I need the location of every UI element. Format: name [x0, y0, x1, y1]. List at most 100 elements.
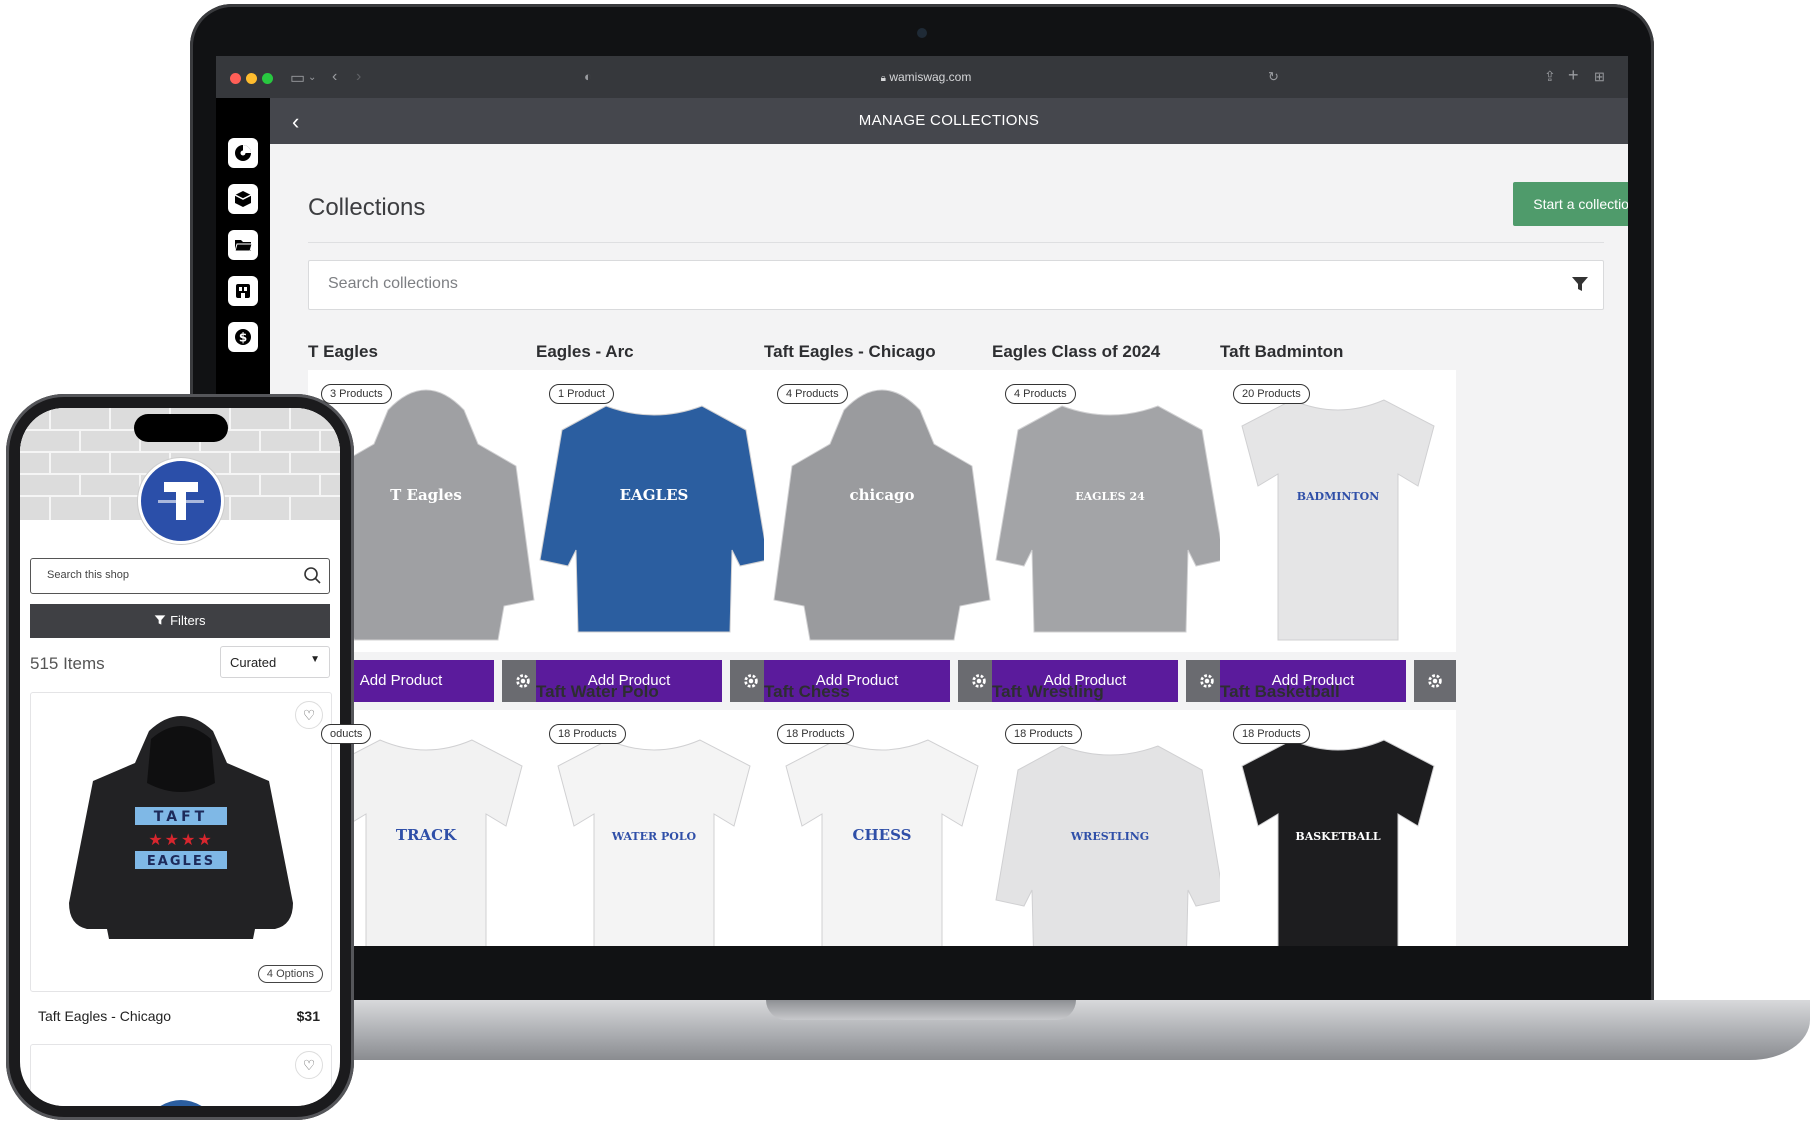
collection-title[interactable]: T Eagles: [308, 342, 378, 362]
shield-icon: ◐: [584, 69, 592, 84]
product-count-badge: 4 Products: [777, 384, 848, 404]
collection-image[interactable]: 4 Products EAGLES 24: [992, 370, 1228, 652]
svg-text:TAFT: TAFT: [154, 809, 208, 825]
print-text: T Eagles: [390, 486, 462, 504]
folder-icon[interactable]: [228, 230, 258, 260]
collection-title[interactable]: Taft Water Polo: [536, 682, 659, 702]
sort-value: Curated: [230, 655, 277, 670]
hoodie-image: chicago: [773, 389, 991, 641]
collection-image[interactable]: 18 Products BASKETBALL: [1220, 710, 1456, 946]
collection-image[interactable]: 20 Products BADMINTON: [1220, 370, 1456, 652]
maximize-window-button[interactable]: [262, 73, 273, 84]
print-text: chicago: [849, 486, 914, 504]
print-text: EAGLES: [620, 486, 689, 504]
product-image: TAFT ★★★★ EAGLES: [69, 716, 293, 939]
svg-text:EAGLES: EAGLES: [147, 854, 215, 869]
collection-image[interactable]: 18 Products WATER POLO: [536, 710, 772, 946]
dollar-icon[interactable]: $: [228, 322, 258, 352]
back-icon[interactable]: ‹: [332, 68, 337, 86]
shop-search-input[interactable]: Search this shop: [30, 558, 330, 594]
store-icon[interactable]: [228, 276, 258, 306]
filter-icon: [155, 615, 166, 625]
product-count-badge: 4 Products: [1005, 384, 1076, 404]
print-text: WRESTLING: [1070, 830, 1149, 843]
header-title: MANAGE COLLECTIONS: [858, 112, 1040, 129]
print-text: CHESS: [853, 826, 912, 844]
product-count-badge: 18 Products: [777, 724, 854, 744]
crewneck-image: WRESTLING: [995, 745, 1225, 946]
reload-icon[interactable]: ↻: [1268, 69, 1279, 85]
product-count-badge: 20 Products: [1233, 384, 1310, 404]
camera-icon: [917, 28, 927, 38]
search-placeholder: Search collections: [328, 275, 458, 292]
collection-title[interactable]: Taft Wrestling: [992, 682, 1104, 702]
print-text: EAGLES 24: [1075, 490, 1145, 503]
start-collection-button[interactable]: Start a collection: [1513, 182, 1628, 226]
svg-text:$: $: [239, 331, 247, 345]
print-text: BADMINTON: [1297, 490, 1380, 503]
gear-icon[interactable]: [1414, 660, 1456, 702]
phone-screen: Search this shop Filters 515 Items Curat…: [20, 408, 340, 1106]
address-bar[interactable]: 🔒︎ wamiswag.com: [636, 65, 1216, 89]
app-header: ‹ MANAGE COLLECTIONS: [270, 98, 1628, 144]
item-count: 515 Items: [30, 654, 105, 673]
product-count-badge: oducts: [321, 724, 372, 744]
shop-search-placeholder: Search this shop: [47, 569, 129, 581]
print-text: BASKETBALL: [1295, 830, 1380, 843]
page-title: Collections: [308, 194, 426, 221]
product-image: [160, 1100, 202, 1106]
product-count-badge: 1 Product: [549, 384, 615, 404]
product-card[interactable]: ♡ TAFT ★★★★ EAGLES 4 Options: [30, 692, 332, 992]
share-icon[interactable]: ⇪: [1544, 68, 1556, 85]
tee-image: BASKETBALL: [1241, 739, 1435, 946]
svg-text:★★★★: ★★★★: [148, 830, 213, 849]
crewneck-image: EAGLES: [539, 405, 769, 633]
dynamic-island: [134, 414, 228, 442]
shop-logo[interactable]: [138, 458, 224, 544]
lock-icon: 🔒︎: [880, 73, 886, 84]
sort-select[interactable]: Curated ▼: [220, 646, 330, 678]
collection-title[interactable]: Taft Eagles - Chicago: [764, 342, 936, 362]
collection-title[interactable]: Taft Basketball: [1220, 682, 1340, 702]
collection-image[interactable]: 4 Products chicago: [764, 370, 1000, 652]
dashboard-icon[interactable]: [228, 138, 258, 168]
collection-title[interactable]: Eagles - Arc: [536, 342, 634, 362]
product-count-badge: 18 Products: [1233, 724, 1310, 744]
crewneck-image: EAGLES 24: [995, 405, 1225, 633]
sidebar-toggle-icon[interactable]: ▭: [290, 68, 305, 88]
product-name[interactable]: Taft Eagles - Chicago: [38, 1008, 171, 1024]
collection-image[interactable]: 1 Product EAGLES: [536, 370, 772, 652]
collection-title[interactable]: Eagles Class of 2024: [992, 342, 1160, 362]
collection-image[interactable]: 18 Products CHESS: [764, 710, 1000, 946]
close-window-button[interactable]: [230, 73, 241, 84]
product-count-badge: 18 Products: [1005, 724, 1082, 744]
product-price: $31: [296, 1008, 320, 1024]
tee-image: WATER POLO: [557, 739, 751, 946]
print-text: TRACK: [396, 826, 457, 844]
product-count-badge: 3 Products: [321, 384, 392, 404]
new-tab-icon[interactable]: +: [1568, 65, 1579, 86]
product-card[interactable]: ♡: [30, 1044, 332, 1106]
browser-toolbar: ▭ ⌄ ‹ › ◐ 🔒︎ wamiswag.com ↻ ⇪ + ⊞: [216, 56, 1628, 98]
tabs-overview-icon[interactable]: ⊞: [1594, 69, 1605, 85]
filters-button[interactable]: Filters: [30, 604, 330, 638]
filter-icon[interactable]: [1571, 275, 1589, 293]
divider: [308, 242, 1604, 243]
minimize-window-button[interactable]: [246, 73, 257, 84]
collection-title[interactable]: Taft Chess: [764, 682, 850, 702]
print-text: WATER POLO: [611, 830, 697, 843]
url-text: wamiswag.com: [889, 70, 972, 84]
collections-page: Collections Start a collection Search co…: [270, 144, 1628, 946]
search-collections-input[interactable]: Search collections: [308, 260, 1604, 310]
collection-title[interactable]: Taft Badminton: [1220, 342, 1343, 362]
caret-down-icon: ▼: [310, 654, 320, 665]
product-count-badge: 18 Products: [549, 724, 626, 744]
options-badge: 4 Options: [257, 965, 323, 983]
collection-image[interactable]: 18 Products WRESTLING: [992, 710, 1228, 946]
forward-icon[interactable]: ›: [356, 68, 361, 86]
laptop-notch: [766, 1000, 1076, 1020]
chevron-down-icon[interactable]: ⌄: [308, 72, 316, 83]
search-icon[interactable]: [303, 566, 321, 584]
tee-image: CHESS: [785, 739, 979, 946]
box-icon[interactable]: [228, 184, 258, 214]
